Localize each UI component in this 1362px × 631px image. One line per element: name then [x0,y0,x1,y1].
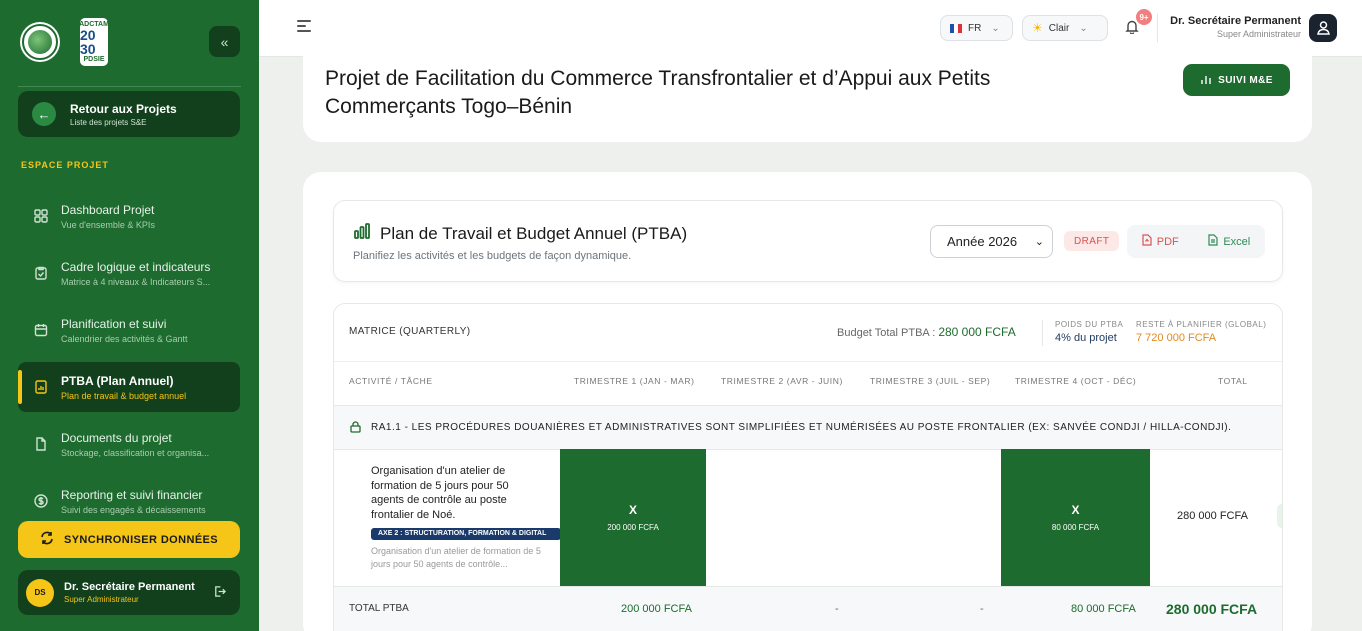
section-label: ESPACE PROJET [21,160,109,170]
ptba-subtitle: Planifiez les activités et les budgets d… [353,250,632,262]
sync-data-button[interactable]: SYNCHRONISER DONNÉES [18,521,240,558]
ptba-header: Plan de Travail et Budget Annuel (PTBA) … [333,200,1283,282]
calendar-icon [33,322,49,338]
ptba-panel: Plan de Travail et Budget Annuel (PTBA) … [303,172,1312,631]
arrow-left-icon: ← [32,102,56,126]
sidebar-item-reporting[interactable]: Reporting et suivi financier Suivi des e… [18,476,240,526]
sidebar-user-role: Super Administrateur [64,595,139,604]
sun-icon: ☀ [1032,21,1043,35]
back-subtitle: Liste des projets S&E [70,117,147,127]
task-title: Organisation d'un atelier de formation d… [371,465,509,521]
sidebar-item-documents[interactable]: Documents du projet Stockage, classifica… [18,419,240,469]
col-header-q4: TRIMESTRE 4 (OCT - DÉC) [1015,376,1137,386]
logo-row: ADCTAM 20 30 PDSIE [22,18,109,66]
budget-total: Budget Total PTBA : 280 000 FCFA [837,325,1016,339]
sidebar-item-cadre-logique[interactable]: Cadre logique et indicateurs Matrice à 4… [18,248,240,298]
document-icon [33,436,49,452]
logout-icon[interactable] [213,585,226,601]
double-chevron-left-icon: « [220,33,229,50]
col-header-activity: ACTIVITÉ / TÂCHE [349,376,433,386]
matrix-label: MATRICE (QUARTERLY) [349,326,471,337]
total-row: TOTAL PTBA 200 000 FCFA - - 80 000 FCFA … [334,586,1282,631]
back-title: Retour aux Projets [70,101,177,116]
theme-selector[interactable]: ☀ Clair ⌄ [1022,15,1108,41]
col-header-q1: TRIMESTRE 1 (JAN - MAR) [574,376,695,386]
suivi-me-button[interactable]: SUIVI M&E [1183,64,1290,96]
q4-cell[interactable]: X 80 000 FCFA [1001,449,1150,586]
chevron-down-icon: ⌄ [991,22,1000,34]
menu-icon[interactable] [297,20,311,32]
axe-badge: AXE 2 : STRUCTURATION, FORMATION & DIGIT… [371,528,561,540]
pdf-file-icon [1142,234,1152,249]
language-selector[interactable]: FR ⌄ [940,15,1013,41]
year-select[interactable]: Année 2026 ⌄ [930,225,1053,258]
sidebar-user-card: DS Dr. Secrétaire Permanent Super Admini… [18,570,240,615]
ptba-title: Plan de Travail et Budget Annuel (PTBA) [353,222,687,245]
task-note: Organisation d'un atelier de formation d… [371,546,541,569]
org-logo [22,24,58,60]
sidebar: ADCTAM 20 30 PDSIE « ← Retour aux Projet… [0,0,259,631]
sidebar-divider [18,86,241,87]
sidebar-item-planification[interactable]: Planification et suivi Calendrier des ac… [18,305,240,355]
sidebar-user-name: Dr. Secrétaire Permanent [64,581,195,593]
row-action-tab[interactable] [1277,504,1282,528]
notification-badge: 9+ [1136,9,1152,25]
clipboard-check-icon [33,265,49,281]
chart-file-icon [33,379,49,395]
agenda-2030-logo: ADCTAM 20 30 PDSIE [79,18,109,66]
bar-chart-icon [353,222,371,245]
export-excel-button[interactable]: Excel [1208,234,1250,249]
q1-cell[interactable]: X 200 000 FCFA [560,449,706,586]
sync-icon [40,531,54,548]
chevron-down-icon: ⌄ [1079,22,1088,34]
result-area-row[interactable]: RA1.1 - LES PROCÉDURES DOUANIÈRES ET ADM… [334,405,1282,450]
collapse-sidebar-button[interactable]: « [209,26,240,57]
grid-icon [33,208,49,224]
status-badge: DRAFT [1064,231,1120,251]
page-title: Projet de Facilitation du Commerce Trans… [325,67,991,118]
task-total: 280 000 FCFA [1177,510,1248,522]
avatar: DS [26,578,54,607]
sidebar-item-ptba[interactable]: PTBA (Plan Annuel) Plan de travail & bud… [18,362,240,412]
lock-icon [350,421,361,436]
col-header-q2: TRIMESTRE 2 (AVR - JUIN) [721,376,843,386]
france-flag-icon [950,23,962,33]
project-header: Projet de Facilitation du Commerce Trans… [303,42,1312,142]
export-pdf-button[interactable]: PDF [1142,234,1179,249]
col-header-total: TOTAL [1218,376,1248,386]
ptba-matrix: MATRICE (QUARTERLY) Budget Total PTBA : … [333,303,1283,631]
user-avatar-icon[interactable] [1309,14,1337,42]
export-group: PDF Excel [1127,225,1265,258]
excel-file-icon [1208,234,1218,249]
topbar-user[interactable]: Dr. Secrétaire Permanent Super Administr… [1170,15,1301,39]
col-header-q3: TRIMESTRE 3 (JUIL - SEP) [870,376,991,386]
chevron-down-icon: ⌄ [1034,236,1044,248]
sidebar-item-dashboard[interactable]: Dashboard Projet Vue d'ensemble & KPIs [18,191,240,241]
topbar-separator [1157,14,1158,44]
dollar-icon [33,493,49,509]
back-to-projects-button[interactable]: ← Retour aux Projets Liste des projets S… [18,91,240,137]
ptba-weight: POIDS DU PTBA 4% du projet [1055,320,1124,344]
remaining-budget: RESTE À PLANIFIER (GLOBAL) 7 720 000 FCF… [1136,320,1267,344]
bar-chart-icon [1200,73,1212,88]
matrix-header: MATRICE (QUARTERLY) Budget Total PTBA : … [334,304,1282,362]
